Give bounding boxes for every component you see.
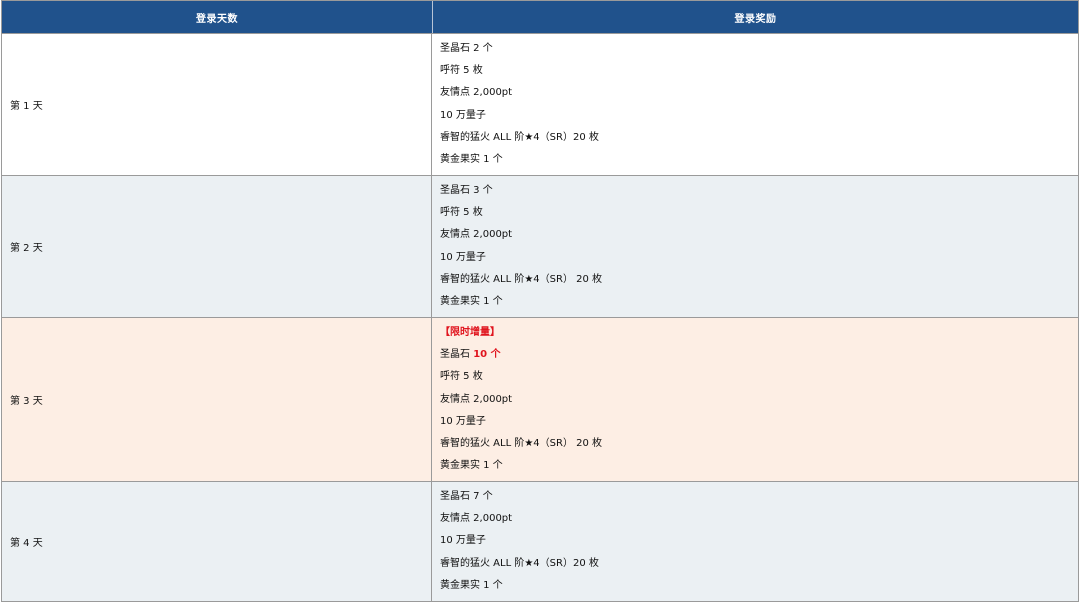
reward-item: 10 万量子	[440, 535, 486, 547]
reward-item-highlighted: 圣晶石 10 个	[440, 344, 1078, 366]
rewards-cell: 圣晶石 3 个 呼符 5 枚 友情点 2,000pt 10 万量子 睿智的猛火 …	[432, 176, 1078, 317]
table-row: 第 4 天 圣晶石 7 个 友情点 2,000pt 10 万量子 睿智的猛火 A…	[2, 482, 1078, 601]
reward-item: 友情点 2,000pt	[440, 513, 513, 525]
rewards-cell: 【限时增量】 圣晶石 10 个 呼符 5 枚 友情点 2,000pt 10 万量…	[432, 318, 1078, 481]
reward-item: 黄金果实 1 个	[440, 153, 503, 165]
reward-item: 10 万量子	[440, 415, 486, 427]
header-login-reward: 登录奖励	[734, 13, 777, 25]
limited-bonus-tag: 【限时增量】	[440, 327, 500, 338]
reward-item: 睿智的猛火 ALL 阶★4（SR） 20 枚	[440, 437, 603, 449]
day-cell: 第 4 天	[2, 482, 432, 601]
reward-item-name: 圣晶石	[440, 349, 474, 361]
rewards-cell: 圣晶石 7 个 友情点 2,000pt 10 万量子 睿智的猛火 ALL 阶★4…	[432, 482, 1078, 601]
login-reward-table: 登录天数 登录奖励 第 1 天 圣晶石 2 个 呼符 5 枚 友情点 2,000…	[1, 0, 1079, 602]
day-cell: 第 3 天	[2, 318, 432, 481]
table-row: 第 2 天 圣晶石 3 个 呼符 5 枚 友情点 2,000pt 10 万量子 …	[2, 176, 1078, 318]
reward-item: 友情点 2,000pt	[440, 229, 513, 241]
reward-item: 10 万量子	[440, 251, 486, 263]
reward-item: 圣晶石 7 个	[440, 491, 493, 502]
reward-item: 黄金果实 1 个	[440, 460, 503, 472]
reward-item: 睿智的猛火 ALL 阶★4（SR） 20 枚	[440, 273, 603, 285]
table-header: 登录天数 登录奖励	[2, 1, 1078, 34]
reward-item: 睿智的猛火 ALL 阶★4（SR）20 枚	[440, 131, 599, 143]
day-cell: 第 1 天	[2, 34, 432, 175]
reward-item-bonus-amount: 10 个	[473, 349, 501, 361]
day-cell: 第 2 天	[2, 176, 432, 317]
reward-item: 友情点 2,000pt	[440, 87, 513, 99]
reward-item: 睿智的猛火 ALL 阶★4（SR）20 枚	[440, 557, 599, 569]
reward-item: 10 万量子	[440, 109, 486, 121]
reward-item: 圣晶石 2 个	[440, 43, 493, 54]
table-row: 第 3 天 【限时增量】 圣晶石 10 个 呼符 5 枚 友情点 2,000pt…	[2, 318, 1078, 482]
reward-item: 圣晶石 3 个	[440, 185, 493, 196]
header-login-days: 登录天数	[2, 1, 433, 33]
table-row: 第 1 天 圣晶石 2 个 呼符 5 枚 友情点 2,000pt 10 万量子 …	[2, 34, 1078, 176]
reward-item: 呼符 5 枚	[440, 207, 483, 219]
rewards-cell: 圣晶石 2 个 呼符 5 枚 友情点 2,000pt 10 万量子 睿智的猛火 …	[432, 34, 1078, 175]
reward-item: 呼符 5 枚	[440, 371, 483, 383]
reward-item: 黄金果实 1 个	[440, 295, 503, 307]
reward-item: 黄金果实 1 个	[440, 579, 503, 591]
reward-item: 呼符 5 枚	[440, 65, 483, 77]
reward-item: 友情点 2,000pt	[440, 393, 513, 405]
